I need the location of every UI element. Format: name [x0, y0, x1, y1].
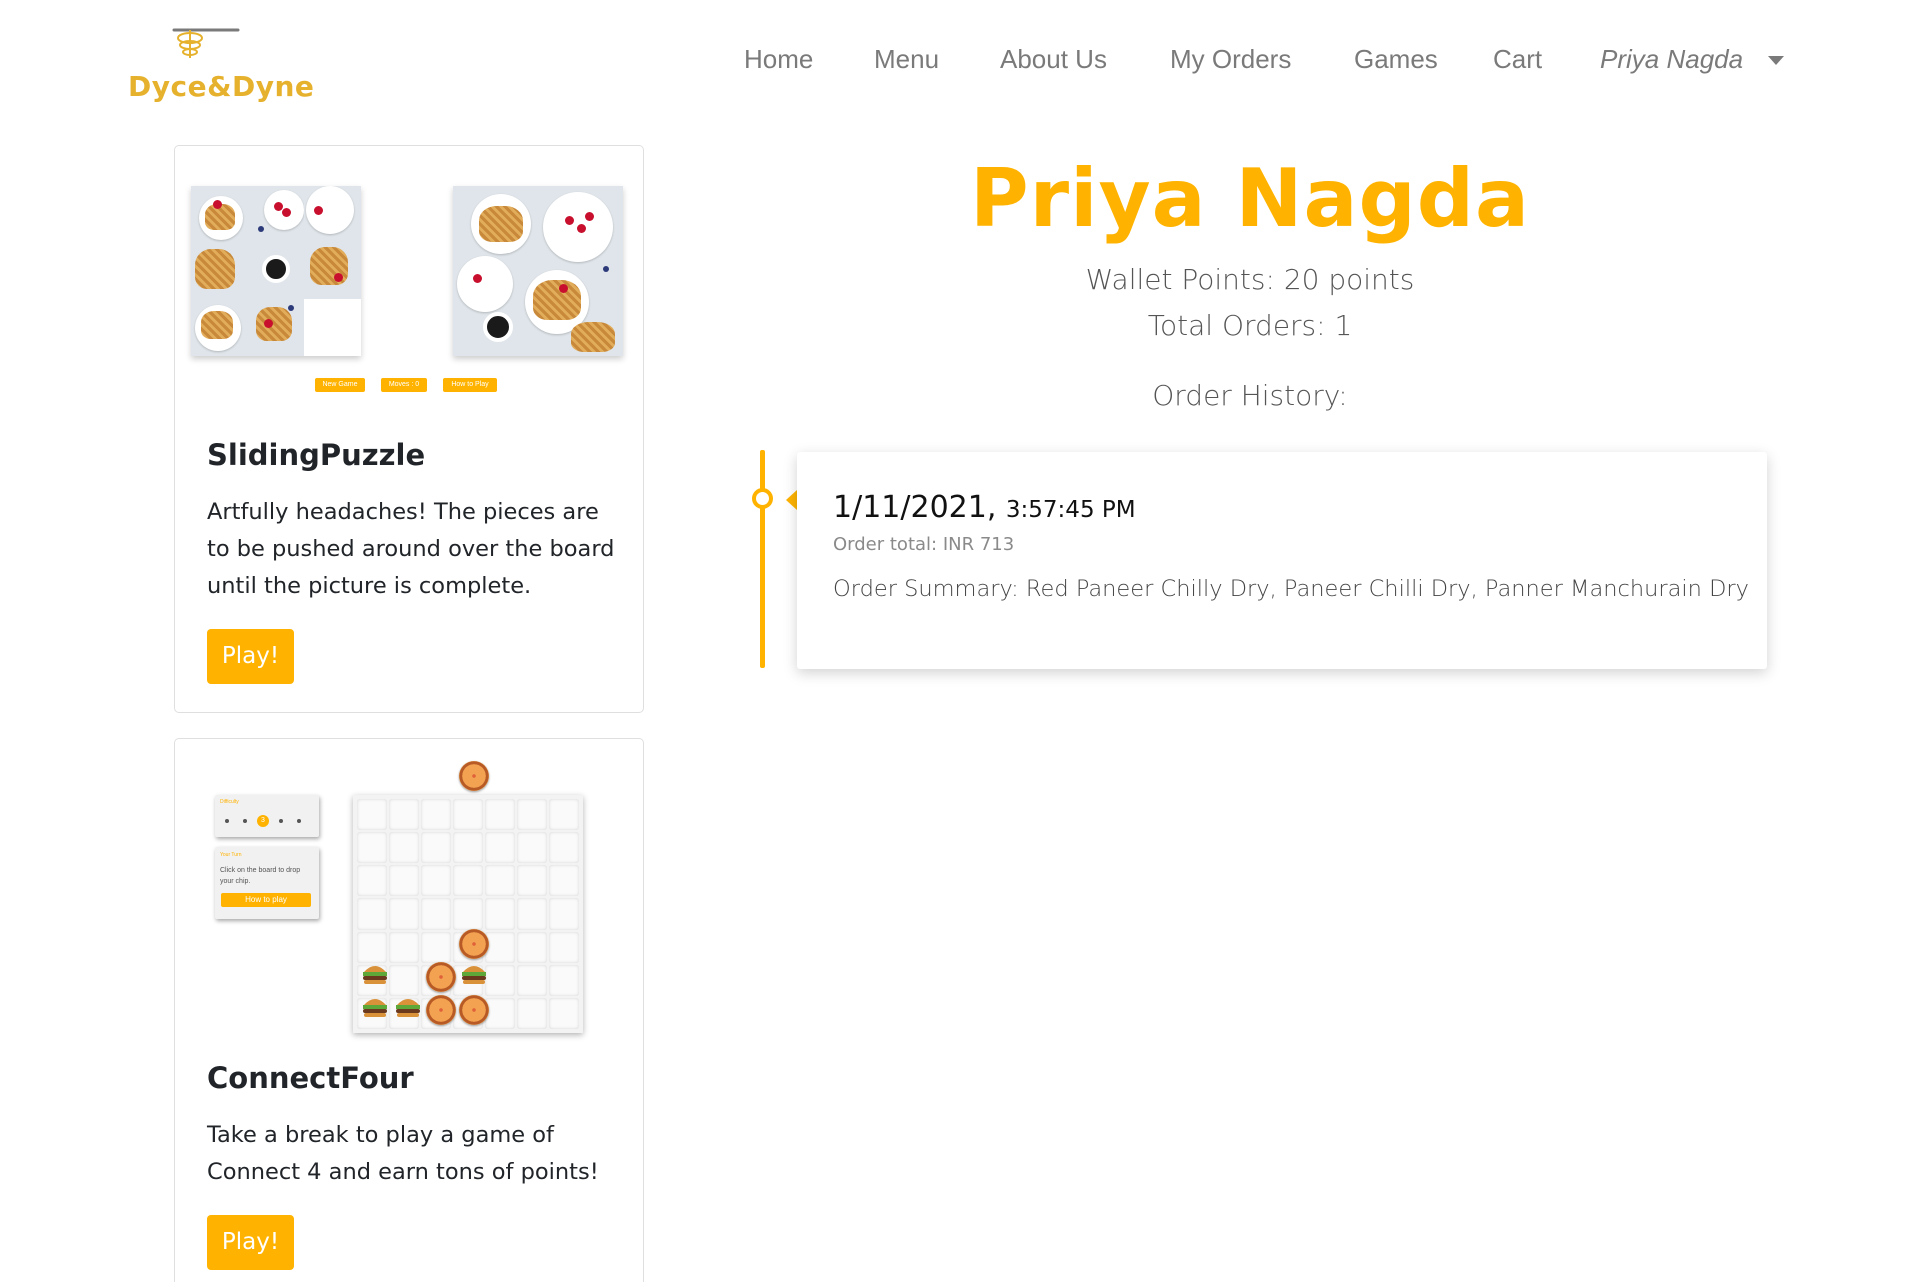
pizza-chip — [459, 995, 489, 1025]
game-card-connect-four: Difficulty 3 Your Turn Click on the boar… — [174, 738, 644, 1282]
puzzle-new-game-button: New Game — [315, 378, 365, 392]
timeline-dot — [752, 488, 773, 509]
order-date: 1/11/2021, — [833, 490, 997, 525]
pizza-chip — [459, 929, 489, 959]
play-connect-four-button[interactable]: Play! — [207, 1215, 294, 1270]
puzzle-tile — [191, 242, 248, 300]
puzzle-grid — [191, 186, 361, 356]
pizza-chip — [426, 995, 456, 1025]
game-description: Artfully headaches! The pieces are to be… — [207, 499, 615, 599]
game-card-sliding-puzzle: New Game Moves : 0 How to Play SlidingPu… — [174, 145, 644, 713]
profile-name: Priya Nagda — [970, 152, 1530, 245]
puzzle-tile — [191, 186, 248, 243]
nav-games[interactable]: Games — [1354, 44, 1438, 75]
game-title: SlidingPuzzle — [207, 438, 426, 472]
nav-about-us[interactable]: About Us — [1000, 44, 1107, 75]
puzzle-tile — [247, 242, 305, 300]
burger-chip — [396, 999, 420, 1017]
chevron-down-icon[interactable] — [1768, 56, 1784, 65]
navbar: Dyce&Dyne Home Menu About Us My Orders G… — [0, 0, 1920, 120]
puzzle-moves-badge: Moves : 0 — [381, 378, 427, 392]
pizza-chip — [426, 962, 456, 992]
game-title: ConnectFour — [207, 1061, 414, 1095]
order-datetime: 1/11/2021, 3:57:45 PM — [833, 490, 1136, 525]
puzzle-tile — [304, 242, 361, 300]
puzzle-reference-image — [453, 186, 623, 356]
puzzle-how-to-play-button: How to Play — [443, 378, 497, 392]
how-to-play-badge: How to play — [221, 893, 311, 907]
puzzle-tile — [191, 299, 248, 356]
order-total: Order total: INR 713 — [833, 534, 1015, 555]
order-summary: Order Summary: Red Paneer Chilly Dry, Pa… — [833, 576, 1749, 602]
connect-four-preview-image: Difficulty 3 Your Turn Click on the boar… — [215, 759, 615, 1049]
sliding-puzzle-preview-image: New Game Moves : 0 How to Play — [191, 186, 631, 406]
difficulty-label: Difficulty — [220, 799, 239, 805]
puzzle-empty-tile — [304, 299, 361, 356]
turn-label: Your Turn — [220, 852, 242, 858]
difficulty-value: 3 — [257, 815, 269, 827]
puzzle-tile — [247, 299, 305, 356]
total-orders: Total Orders: 1 — [1147, 309, 1353, 342]
whisk-icon — [172, 28, 240, 58]
pizza-chip — [459, 761, 489, 791]
burger-chip — [462, 966, 486, 984]
difficulty-panel: Difficulty 3 — [215, 795, 319, 837]
game-description: Take a break to play a game of Connect 4… — [207, 1122, 599, 1185]
burger-chip — [363, 966, 387, 984]
brand-name: Dyce&Dyne — [128, 70, 315, 103]
brand-logo[interactable]: Dyce&Dyne — [128, 24, 314, 104]
wallet-points: Wallet Points: 20 points — [1085, 263, 1415, 296]
puzzle-preview-buttons: New Game Moves : 0 How to Play — [191, 378, 631, 392]
puzzle-tile — [304, 186, 361, 243]
order-time: 3:57:45 PM — [1005, 497, 1136, 523]
play-sliding-puzzle-button[interactable]: Play! — [207, 629, 294, 684]
nav-my-orders[interactable]: My Orders — [1170, 44, 1291, 75]
nav-cart[interactable]: Cart — [1493, 44, 1542, 75]
nav-menu[interactable]: Menu — [874, 44, 939, 75]
order-card: 1/11/2021, 3:57:45 PM Order total: INR 7… — [797, 452, 1767, 669]
turn-panel: Your Turn Click on the board to drop you… — [215, 847, 319, 919]
burger-chip — [363, 999, 387, 1017]
turn-text: Click on the board to drop your chip. — [220, 867, 301, 885]
nav-user-dropdown[interactable]: Priya Nagda — [1600, 44, 1743, 75]
timeline-arrow — [786, 490, 797, 510]
timeline-line — [760, 450, 765, 668]
nav-home[interactable]: Home — [744, 44, 813, 75]
puzzle-tile — [247, 186, 305, 243]
order-history-heading: Order History: — [1152, 379, 1348, 412]
